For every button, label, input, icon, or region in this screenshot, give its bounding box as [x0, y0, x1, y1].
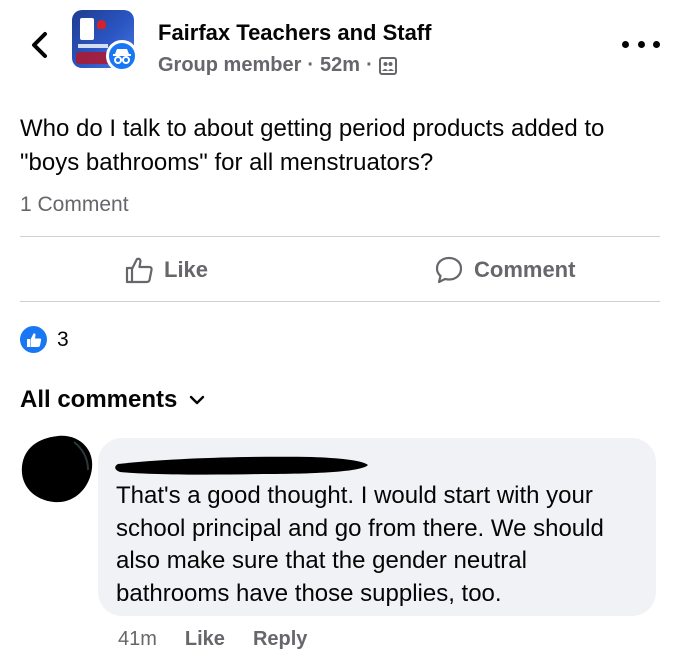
thumbs-up-icon	[125, 257, 153, 284]
more-dots-icon	[653, 40, 660, 48]
comment-filter-dropdown[interactable]: All comments	[20, 386, 205, 414]
comment-count[interactable]: 1 Comment	[20, 193, 129, 217]
like-label: Like	[164, 257, 209, 282]
like-button[interactable]: Like	[124, 252, 208, 288]
more-dots-icon	[637, 40, 645, 48]
speech-bubble-icon	[435, 256, 463, 284]
comment-like-button[interactable]: Like	[185, 628, 225, 651]
reaction-summary[interactable]: 3	[20, 326, 69, 353]
reaction-count: 3	[57, 327, 69, 351]
comment-label: Comment	[474, 257, 576, 282]
chevron-left-icon	[32, 32, 47, 58]
comment-button[interactable]: Comment	[434, 252, 575, 288]
anonymous-member-icon	[106, 40, 138, 72]
post-view: Fairfax Teachers and Staff Group member …	[0, 0, 680, 664]
post-text: Who do I talk to about getting period pr…	[20, 115, 605, 176]
like-reaction-icon	[20, 326, 47, 353]
comment-footer: 41m Like Reply	[118, 628, 307, 651]
comment-time: 41m	[118, 628, 157, 650]
members-icon	[378, 56, 397, 75]
commenter-name-redacted[interactable]	[112, 450, 372, 482]
back-button[interactable]	[26, 30, 52, 60]
group-avatar[interactable]	[72, 10, 138, 76]
comment-reply-button[interactable]: Reply	[253, 628, 307, 651]
comment-filter-label: All comments	[20, 386, 178, 413]
group-name[interactable]: Fairfax Teachers and Staff	[158, 20, 431, 46]
post-time[interactable]: 52m	[320, 54, 360, 77]
commenter-avatar[interactable]	[18, 430, 98, 510]
comment-text: That's a good thought. I would start wit…	[116, 482, 604, 607]
meta-separator: ·	[366, 54, 373, 76]
more-dots-icon	[622, 40, 629, 48]
more-options-button[interactable]	[622, 34, 660, 54]
divider	[20, 301, 660, 302]
meta-separator: ·	[307, 54, 315, 76]
member-role: Group member	[158, 54, 302, 76]
post-meta: Group member · 52m ·	[158, 54, 397, 77]
divider	[20, 236, 660, 237]
chevron-down-icon	[190, 395, 205, 405]
